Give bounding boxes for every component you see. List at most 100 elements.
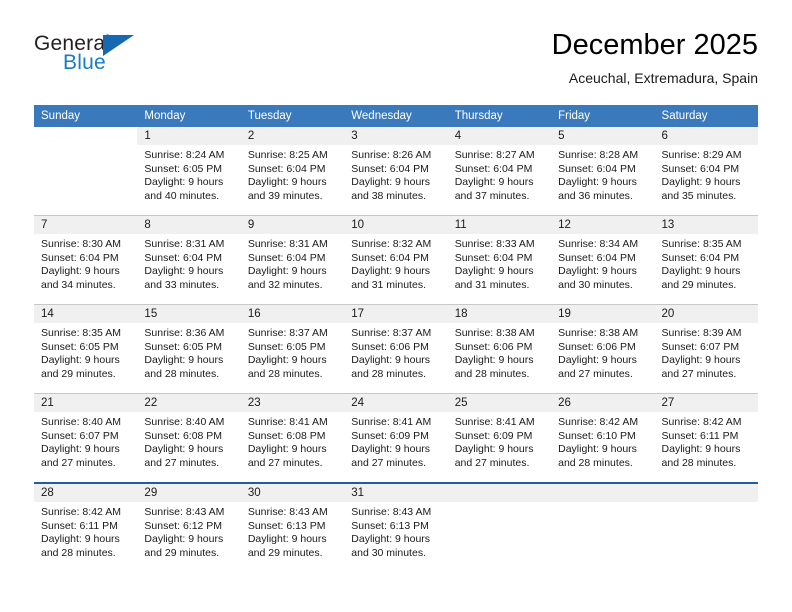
calendar-cell[interactable]: 13 Sunrise: 8:35 AM Sunset: 6:04 PM Dayl… — [654, 215, 758, 305]
daylight-text-line1: Daylight: 9 hours — [247, 533, 327, 545]
calendar-cell[interactable]: 9 Sunrise: 8:31 AM Sunset: 6:04 PM Dayli… — [240, 215, 345, 305]
calendar-cell[interactable]: 16 Sunrise: 8:37 AM Sunset: 6:05 PM Dayl… — [240, 304, 345, 394]
day-details: Sunrise: 8:30 AM Sunset: 6:04 PM Dayligh… — [34, 234, 137, 292]
calendar-cell[interactable]: 7 Sunrise: 8:30 AM Sunset: 6:04 PM Dayli… — [34, 215, 138, 305]
calendar-cell[interactable]: 21 Sunrise: 8:40 AM Sunset: 6:07 PM Dayl… — [34, 393, 138, 483]
daylight-text-line2: and 28 minutes. — [454, 367, 530, 380]
daylight-text-line1: Daylight: 9 hours — [144, 354, 224, 366]
sunrise-text: Sunrise: 8:29 AM — [661, 149, 742, 161]
daylight-text-line2: and 31 minutes. — [454, 278, 530, 291]
calendar-cell[interactable]: 24 Sunrise: 8:41 AM Sunset: 6:09 PM Dayl… — [344, 393, 448, 483]
sunrise-text: Sunrise: 8:37 AM — [247, 327, 328, 339]
sunset-text: Sunset: 6:04 PM — [558, 251, 636, 264]
calendar-cell[interactable]: 19 Sunrise: 8:38 AM Sunset: 6:06 PM Dayl… — [551, 304, 655, 394]
day-number — [654, 484, 758, 502]
sunrise-text: Sunrise: 8:43 AM — [144, 506, 225, 518]
day-details: Sunrise: 8:41 AM Sunset: 6:09 PM Dayligh… — [448, 412, 551, 470]
calendar-cell[interactable]: 27 Sunrise: 8:42 AM Sunset: 6:11 PM Dayl… — [654, 393, 758, 483]
calendar-cell[interactable]: 26 Sunrise: 8:42 AM Sunset: 6:10 PM Dayl… — [551, 393, 655, 483]
daylight-text-line2: and 27 minutes. — [144, 456, 220, 469]
day-cell: 8 Sunrise: 8:31 AM Sunset: 6:04 PM Dayli… — [137, 216, 241, 304]
daylight-text-line1: Daylight: 9 hours — [247, 443, 327, 455]
calendar-cell[interactable]: 23 Sunrise: 8:41 AM Sunset: 6:08 PM Dayl… — [240, 393, 345, 483]
calendar-cell[interactable]: 8 Sunrise: 8:31 AM Sunset: 6:04 PM Dayli… — [137, 215, 241, 305]
day-number: 20 — [654, 305, 758, 323]
calendar-cell[interactable]: 22 Sunrise: 8:40 AM Sunset: 6:08 PM Dayl… — [137, 393, 241, 483]
daylight-text-line2: and 37 minutes. — [454, 189, 530, 202]
daylight-text-line1: Daylight: 9 hours — [351, 354, 431, 366]
calendar-cell[interactable]: 14 Sunrise: 8:35 AM Sunset: 6:05 PM Dayl… — [34, 304, 138, 394]
calendar-cell[interactable]: 4 Sunrise: 8:27 AM Sunset: 6:04 PM Dayli… — [447, 127, 552, 216]
day-number — [447, 484, 552, 502]
calendar-week-row: 14 Sunrise: 8:35 AM Sunset: 6:05 PM Dayl… — [34, 304, 758, 394]
calendar-cell[interactable]: 10 Sunrise: 8:32 AM Sunset: 6:04 PM Dayl… — [344, 215, 448, 305]
day-number: 26 — [551, 394, 655, 412]
calendar-cell[interactable]: 20 Sunrise: 8:39 AM Sunset: 6:07 PM Dayl… — [654, 304, 758, 394]
sunrise-text: Sunrise: 8:42 AM — [558, 416, 639, 428]
sunset-text: Sunset: 6:04 PM — [661, 251, 740, 264]
daylight-text-line2: and 28 minutes. — [144, 367, 220, 380]
calendar-cell[interactable] — [34, 127, 138, 216]
calendar-cell[interactable]: 15 Sunrise: 8:36 AM Sunset: 6:05 PM Dayl… — [137, 304, 241, 394]
day-cell — [34, 127, 138, 215]
day-number: 12 — [551, 216, 655, 234]
day-details: Sunrise: 8:41 AM Sunset: 6:08 PM Dayligh… — [241, 412, 344, 470]
day-details: Sunrise: 8:40 AM Sunset: 6:07 PM Dayligh… — [34, 412, 137, 470]
calendar-cell[interactable]: 2 Sunrise: 8:25 AM Sunset: 6:04 PM Dayli… — [240, 127, 345, 216]
sunset-text: Sunset: 6:05 PM — [247, 340, 326, 353]
calendar-cell[interactable]: 30 Sunrise: 8:43 AM Sunset: 6:13 PM Dayl… — [240, 482, 345, 572]
calendar-cell[interactable]: 6 Sunrise: 8:29 AM Sunset: 6:04 PM Dayli… — [654, 127, 758, 216]
daylight-text-line1: Daylight: 9 hours — [558, 265, 637, 277]
calendar-cell[interactable]: 5 Sunrise: 8:28 AM Sunset: 6:04 PM Dayli… — [551, 127, 655, 216]
daylight-text-line2: and 38 minutes. — [351, 189, 426, 202]
calendar-cell[interactable] — [551, 482, 655, 572]
weekday-header-sunday: Sunday — [34, 105, 138, 127]
day-number: 17 — [344, 305, 448, 323]
day-number: 15 — [137, 305, 241, 323]
sunset-text: Sunset: 6:09 PM — [351, 429, 429, 442]
calendar-cell[interactable]: 29 Sunrise: 8:43 AM Sunset: 6:12 PM Dayl… — [137, 482, 241, 572]
sunset-text: Sunset: 6:07 PM — [41, 429, 119, 442]
calendar-cell[interactable]: 25 Sunrise: 8:41 AM Sunset: 6:09 PM Dayl… — [447, 393, 552, 483]
calendar-cell[interactable] — [654, 482, 758, 572]
day-details: Sunrise: 8:25 AM Sunset: 6:04 PM Dayligh… — [241, 145, 344, 203]
calendar-cell[interactable] — [447, 482, 552, 572]
logo-triangle-icon — [103, 35, 134, 56]
day-cell: 29 Sunrise: 8:43 AM Sunset: 6:12 PM Dayl… — [137, 484, 241, 572]
day-cell — [654, 484, 758, 572]
title-block: December 2025 Aceuchal, Extremadura, Spa… — [552, 28, 758, 88]
calendar-cell[interactable]: 31 Sunrise: 8:43 AM Sunset: 6:13 PM Dayl… — [344, 482, 448, 572]
calendar-cell[interactable]: 12 Sunrise: 8:34 AM Sunset: 6:04 PM Dayl… — [551, 215, 655, 305]
daylight-text-line1: Daylight: 9 hours — [661, 176, 741, 188]
sunrise-text: Sunrise: 8:28 AM — [558, 149, 639, 161]
daylight-text-line1: Daylight: 9 hours — [351, 533, 431, 545]
daylight-text-line2: and 27 minutes. — [247, 456, 323, 469]
day-number: 23 — [240, 394, 345, 412]
day-details: Sunrise: 8:28 AM Sunset: 6:04 PM Dayligh… — [551, 145, 654, 203]
day-number — [34, 127, 138, 145]
calendar-cell[interactable]: 1 Sunrise: 8:24 AM Sunset: 6:05 PM Dayli… — [137, 127, 241, 216]
calendar-cell[interactable]: 3 Sunrise: 8:26 AM Sunset: 6:04 PM Dayli… — [344, 127, 448, 216]
sunset-text: Sunset: 6:04 PM — [558, 162, 636, 175]
daylight-text-line2: and 40 minutes. — [144, 189, 220, 202]
calendar-week-row: 7 Sunrise: 8:30 AM Sunset: 6:04 PM Dayli… — [34, 215, 758, 305]
daylight-text-line2: and 27 minutes. — [351, 456, 426, 469]
day-details: Sunrise: 8:35 AM Sunset: 6:05 PM Dayligh… — [34, 323, 137, 381]
calendar-cell[interactable]: 28 Sunrise: 8:42 AM Sunset: 6:11 PM Dayl… — [34, 482, 138, 572]
day-number: 9 — [240, 216, 345, 234]
calendar-cell[interactable]: 17 Sunrise: 8:37 AM Sunset: 6:06 PM Dayl… — [344, 304, 448, 394]
day-cell: 19 Sunrise: 8:38 AM Sunset: 6:06 PM Dayl… — [551, 305, 655, 393]
day-cell: 5 Sunrise: 8:28 AM Sunset: 6:04 PM Dayli… — [551, 127, 655, 215]
day-number: 7 — [34, 216, 138, 234]
general-blue-logo[interactable]: General Blue — [34, 32, 214, 94]
day-details: Sunrise: 8:24 AM Sunset: 6:05 PM Dayligh… — [137, 145, 240, 203]
day-number — [551, 484, 655, 502]
daylight-text-line1: Daylight: 9 hours — [144, 176, 224, 188]
calendar-cell[interactable]: 18 Sunrise: 8:38 AM Sunset: 6:06 PM Dayl… — [447, 304, 552, 394]
calendar-cell[interactable]: 11 Sunrise: 8:33 AM Sunset: 6:04 PM Dayl… — [447, 215, 552, 305]
sunset-text: Sunset: 6:04 PM — [454, 251, 533, 264]
day-cell: 30 Sunrise: 8:43 AM Sunset: 6:13 PM Dayl… — [240, 484, 345, 572]
day-details: Sunrise: 8:38 AM Sunset: 6:06 PM Dayligh… — [448, 323, 551, 381]
sunset-text: Sunset: 6:06 PM — [558, 340, 636, 353]
day-details: Sunrise: 8:33 AM Sunset: 6:04 PM Dayligh… — [448, 234, 551, 292]
